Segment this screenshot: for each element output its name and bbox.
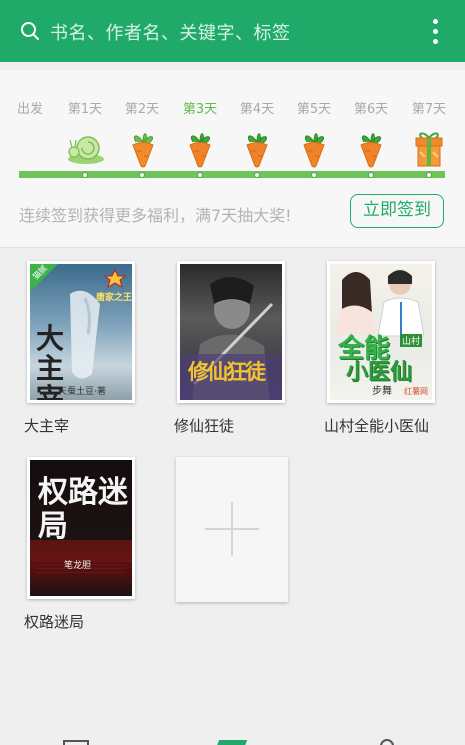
day-label: 第7天 — [411, 102, 447, 117]
bookshelf-icon[interactable] — [63, 740, 89, 745]
book-cover[interactable]: 山村 全能 小医仙 步舞 红薯网 — [327, 261, 435, 403]
book-item[interactable]: 修仙狂徒 修仙狂徒 — [174, 261, 285, 435]
cover-series: 唐家之王 — [96, 293, 132, 303]
book-cover[interactable]: 修仙狂徒 — [177, 261, 285, 403]
checkin-tip: 连续签到获得更多福利，满7天抽大奖! — [19, 206, 292, 225]
plus-icon — [231, 502, 233, 556]
carrot-icon — [132, 133, 154, 168]
bookstore-icon[interactable] — [216, 740, 248, 745]
day-label-current: 第3天 — [182, 102, 218, 117]
carrot-icon — [189, 133, 211, 168]
snail-icon — [68, 136, 104, 164]
book-title: 山村全能小医仙 — [324, 417, 430, 435]
carrot-icon — [246, 133, 268, 168]
book-cover[interactable]: 权路迷局 笔龙胆 — [27, 457, 135, 599]
more-options-icon[interactable] — [423, 16, 447, 48]
cover-author: 笔龙胆 — [64, 561, 92, 571]
day-label: 第5天 — [296, 102, 332, 117]
checkin-card: 出发 第1天 第2天 第3天 第4天 第5天 第6天 第7天 连续签到获得更多福… — [0, 70, 465, 248]
cover-tag: 山村 — [400, 334, 423, 347]
cover-author: 天蚕土豆·著 — [58, 387, 106, 397]
cover-site: 红薯网 — [404, 387, 428, 396]
cover-title: 修仙狂徒 — [188, 359, 266, 384]
progress-dot — [139, 172, 145, 178]
book-title: 修仙狂徒 — [174, 417, 235, 435]
day-label: 第2天 — [124, 102, 160, 117]
day-labels: 出发 第1天 第2天 第3天 第4天 第5天 第6天 第7天 — [0, 98, 465, 118]
carrot-icon — [303, 133, 325, 168]
add-book-button[interactable] — [176, 457, 288, 602]
day-label: 出发 — [16, 102, 44, 117]
book-item[interactable]: 猫腻 唐家之王 大主宰 天蚕土豆·著 大主宰 — [24, 261, 135, 435]
cover-title: 权路迷局 — [38, 475, 128, 544]
progress-dot — [197, 172, 203, 178]
cover-author: 步舞 — [372, 386, 392, 397]
book-item[interactable]: 权路迷局 笔龙胆 权路迷局 — [24, 457, 135, 631]
checkin-button[interactable]: 立即签到 — [350, 194, 444, 228]
day-label: 第6天 — [353, 102, 389, 117]
book-title: 权路迷局 — [24, 613, 85, 631]
search-icon[interactable] — [20, 21, 40, 41]
day-label: 第4天 — [239, 102, 275, 117]
search-input[interactable]: 书名、作者名、关键字、标签 — [50, 19, 291, 45]
carrot-icon — [360, 133, 382, 168]
gift-icon — [415, 132, 443, 167]
top-bar: 书名、作者名、关键字、标签 — [0, 0, 465, 62]
progress-dot — [254, 172, 260, 178]
progress-dot — [311, 172, 317, 178]
progress-dot — [426, 172, 432, 178]
book-item[interactable]: 山村 全能 小医仙 步舞 红薯网 山村全能小医仙 — [324, 261, 435, 435]
progress-dot — [368, 172, 374, 178]
progress-dot — [82, 172, 88, 178]
book-cover[interactable]: 猫腻 唐家之王 大主宰 天蚕土豆·著 — [27, 261, 135, 403]
book-title: 大主宰 — [24, 417, 70, 435]
day-label: 第1天 — [67, 102, 103, 117]
